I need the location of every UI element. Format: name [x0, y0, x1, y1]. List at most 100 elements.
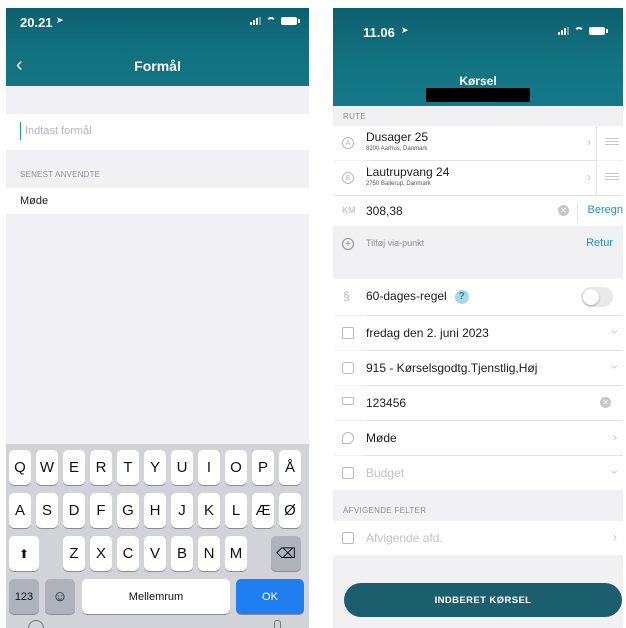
key-n[interactable]: N	[198, 536, 220, 571]
redacted-subtitle	[426, 88, 530, 102]
drag-handle-icon[interactable]	[605, 171, 619, 182]
chevron-down-icon: ›	[608, 330, 622, 334]
building-icon	[342, 532, 354, 544]
location-icon: ➤	[56, 15, 64, 25]
key-w[interactable]: W	[36, 450, 58, 485]
section-sign-icon: §	[343, 289, 350, 303]
key-e[interactable]: E	[63, 450, 85, 485]
stop-marker-a-icon: A	[342, 137, 354, 149]
signal-icon	[558, 27, 569, 35]
key-y[interactable]: Y	[144, 450, 166, 485]
status-time: 11.06	[363, 25, 395, 40]
clear-icon[interactable]: ✕	[600, 397, 611, 408]
key-m[interactable]: M	[225, 536, 247, 571]
shift-key[interactable]: ⬆	[9, 536, 39, 571]
submit-button[interactable]: INDBERET KØRSEL	[344, 583, 622, 617]
key-q[interactable]: Q	[9, 450, 31, 485]
purpose-input-row	[6, 114, 309, 150]
budget-placeholder: Budget	[366, 466, 405, 480]
purpose-value: Møde	[366, 431, 397, 445]
keyboard-row-1: Q W E R T Y U I O P Å	[6, 450, 309, 486]
km-label: KM	[342, 205, 356, 215]
microphone-icon[interactable]	[274, 620, 281, 628]
add-via-button[interactable]: Tilføj via-punkt	[366, 238, 424, 248]
key-f[interactable]: F	[90, 493, 112, 528]
key-g[interactable]: G	[117, 493, 139, 528]
route-stop-a[interactable]: A Dusager 25 8200 Aarhus, Danmark ›	[333, 126, 623, 160]
key-x[interactable]: X	[90, 536, 112, 571]
key-ae[interactable]: Æ	[252, 493, 274, 528]
key-oe[interactable]: Ø	[279, 493, 301, 528]
key-r[interactable]: R	[90, 450, 112, 485]
keyboard: Q W E R T Y U I O P Å A S D F G H J K L …	[6, 444, 309, 628]
stop-marker-b-icon: B	[342, 172, 354, 184]
rule-60-label: 60-dages-regel	[366, 289, 447, 303]
divider	[596, 161, 597, 195]
location-icon: ➤	[401, 25, 409, 35]
wifi-icon	[266, 17, 276, 25]
key-aa[interactable]: Å	[279, 450, 301, 485]
rate-row[interactable]: 915 - Kørselsgodtg.Tjenstlig,Høj ›	[333, 351, 623, 385]
key-i[interactable]: I	[198, 450, 220, 485]
status-icons	[250, 17, 300, 25]
stop-name: Dusager 25	[366, 130, 429, 144]
page-title: Formål	[134, 58, 181, 74]
key-s[interactable]: S	[36, 493, 58, 528]
purpose-row[interactable]: Møde ›	[333, 421, 623, 455]
recent-item-label: Møde	[20, 195, 49, 207]
key-c[interactable]: C	[117, 536, 139, 571]
status-time: 20.21	[20, 15, 53, 30]
recent-item[interactable]: Møde	[6, 188, 309, 214]
clear-icon[interactable]: ✕	[558, 205, 569, 216]
budget-row[interactable]: Budget ›	[333, 456, 623, 490]
key-a[interactable]: A	[9, 493, 31, 528]
key-v[interactable]: V	[144, 536, 166, 571]
key-u[interactable]: U	[171, 450, 193, 485]
speech-bubble-icon	[342, 432, 354, 444]
key-b[interactable]: B	[171, 536, 193, 571]
status-icons	[558, 27, 608, 35]
numbers-key[interactable]: 123	[9, 579, 39, 614]
add-icon[interactable]: +	[342, 238, 354, 250]
emoji-key[interactable]: ☺	[45, 579, 75, 614]
km-value[interactable]: 308,38	[366, 204, 403, 218]
key-o[interactable]: O	[225, 450, 247, 485]
tag-icon	[342, 362, 354, 374]
backspace-key[interactable]: ⌫	[271, 536, 301, 571]
key-j[interactable]: J	[171, 493, 193, 528]
deviating-dept-placeholder: Afvigende afd.	[366, 531, 443, 545]
divider	[596, 126, 597, 160]
rule-60-toggle[interactable]	[581, 287, 613, 307]
key-t[interactable]: T	[117, 450, 139, 485]
drag-handle-icon[interactable]	[605, 136, 619, 147]
status-bar: 20.21 ➤	[6, 8, 309, 44]
km-row: KM 308,38 ✕ Beregn	[333, 196, 623, 226]
divider	[577, 202, 578, 220]
signal-icon	[250, 17, 261, 25]
chevron-down-icon: ›	[608, 470, 622, 474]
stop-address: 2750 Ballerup, Danmark	[366, 181, 431, 187]
deviating-section-label: AFVIGENDE FELTER	[343, 506, 427, 515]
chevron-right-icon: ›	[613, 530, 617, 544]
keyboard-row-4: 123 ☺ Mellemrum OK	[6, 579, 309, 615]
key-h[interactable]: H	[144, 493, 166, 528]
date-row[interactable]: fredag den 2. juni 2023 ›	[333, 316, 623, 350]
plate-value: 123456	[366, 396, 407, 410]
deviating-dept-row[interactable]: Afvigende afd. ›	[333, 521, 623, 555]
return-button[interactable]: Retur	[586, 237, 613, 249]
plate-row[interactable]: 123456 ✕	[333, 386, 623, 420]
route-stop-b[interactable]: B Lautrupvang 24 2750 Ballerup, Danmark …	[333, 161, 623, 195]
ok-key[interactable]: OK	[236, 579, 304, 614]
calculate-button[interactable]: Beregn	[588, 204, 623, 216]
rule-60-label-wrap: 60-dages-regel?	[366, 289, 469, 304]
space-key[interactable]: Mellemrum	[82, 579, 230, 614]
help-icon[interactable]: ?	[454, 289, 469, 304]
key-l[interactable]: L	[225, 493, 247, 528]
key-z[interactable]: Z	[63, 536, 85, 571]
key-k[interactable]: K	[198, 493, 220, 528]
key-p[interactable]: P	[252, 450, 274, 485]
purpose-input[interactable]	[20, 122, 285, 140]
globe-icon[interactable]	[28, 620, 44, 628]
key-d[interactable]: D	[63, 493, 85, 528]
status-bar: 11.06 ➤	[333, 18, 623, 54]
